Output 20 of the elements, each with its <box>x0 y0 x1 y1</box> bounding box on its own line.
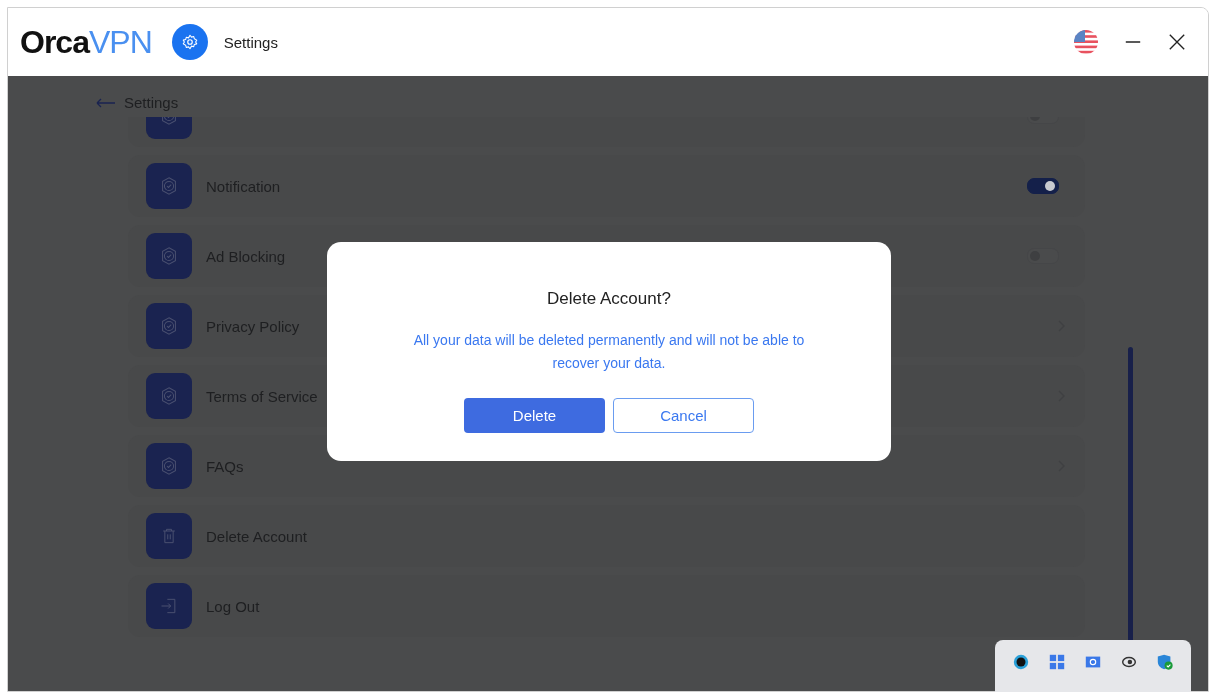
us-flag-icon[interactable] <box>1074 30 1098 54</box>
app-logo: OrcaVPN <box>20 23 152 61</box>
logout-icon <box>146 583 192 629</box>
cancel-button[interactable]: Cancel <box>613 398 754 433</box>
dialog-message: All your data will be deleted permanently and will not be able to recover your data. <box>412 331 806 373</box>
badge-check-icon <box>146 233 192 279</box>
close-icon[interactable] <box>1168 33 1186 51</box>
delete-button[interactable]: Delete <box>464 398 605 433</box>
badge-check-icon <box>146 443 192 489</box>
badge-check-icon <box>146 373 192 419</box>
toggle-switch[interactable] <box>1027 178 1059 194</box>
widgets-icon[interactable] <box>1048 653 1066 671</box>
trash-icon <box>146 513 192 559</box>
badge-check-icon <box>146 163 192 209</box>
badge-check-icon <box>146 303 192 349</box>
header-title: Settings <box>223 33 278 51</box>
orca-app-icon[interactable] <box>1012 653 1030 671</box>
dialog-title: Delete Account? <box>547 289 671 309</box>
shield-check-icon[interactable] <box>1156 653 1174 671</box>
settings-icon[interactable] <box>171 24 208 60</box>
